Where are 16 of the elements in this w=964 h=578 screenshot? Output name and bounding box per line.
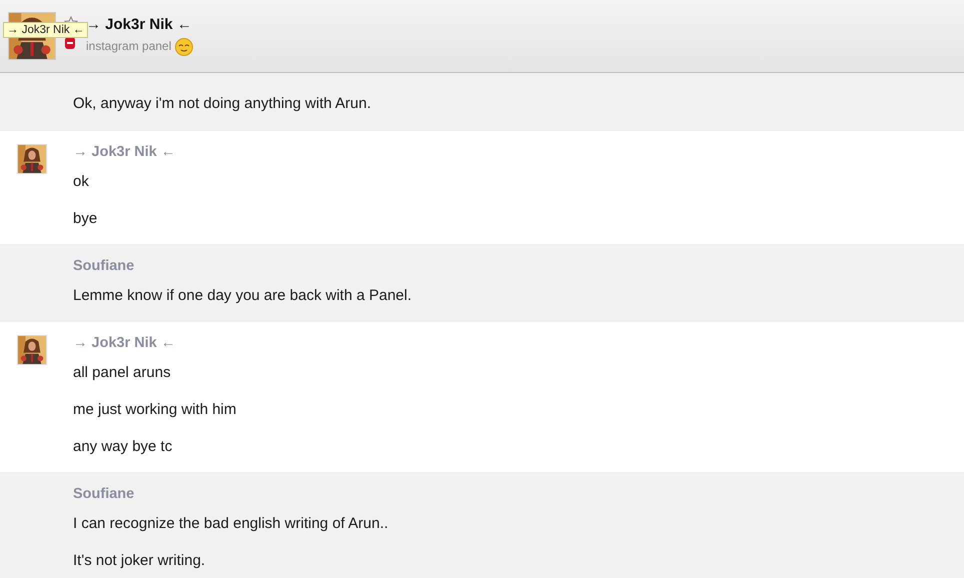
message-text: bye — [73, 209, 98, 229]
message-text: Lemme know if one day you are back with a Panel. — [73, 286, 412, 306]
sender-name: → Jok3r Nik ← — [73, 143, 176, 161]
sender-name: Soufiane — [73, 257, 136, 275]
message-text: Ok, anyway i'm not doing anything with Arun. — [73, 94, 372, 114]
contact-name: → Jok3r Nik ← — [86, 16, 193, 33]
status-text: instagram panel — [86, 39, 172, 53]
message-text: I can recognize the bad english writing of Arun.. — [73, 514, 388, 534]
message-text: all panel aruns — [73, 363, 172, 383]
message-text: any way bye tc — [73, 437, 174, 457]
sender-name: Soufiane — [73, 485, 136, 503]
sender-name: → Jok3r Nik ← — [73, 334, 176, 352]
message-text: ok — [73, 172, 90, 192]
message-text: It's not joker writing. — [73, 551, 206, 571]
message-text: me just working with him — [73, 400, 236, 420]
tooltip: → Jok3r Nik ← — [3, 22, 88, 38]
